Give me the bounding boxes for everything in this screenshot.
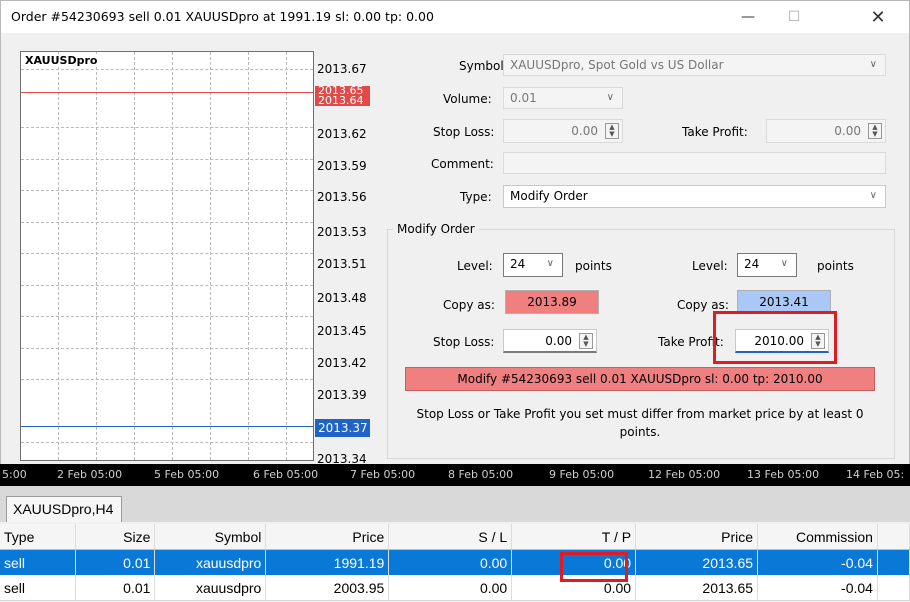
tp-copyas-label: Copy as: [677, 298, 729, 312]
tp-level-select[interactable]: 24 ∨ [737, 253, 797, 277]
column-header[interactable]: Price [635, 524, 759, 550]
sl-copyas-label: Copy as: [443, 298, 495, 312]
column-header[interactable]: T / P [511, 524, 637, 550]
price-label: 2013.39 [317, 388, 367, 402]
table-row[interactable]: sell 0.01 xauusdpro 2003.95 0.00 0.00 20… [0, 575, 910, 601]
stoploss-label: Stop Loss: [433, 125, 495, 139]
column-header[interactable]: Size [75, 524, 156, 550]
type-label: Type: [460, 190, 492, 204]
table-header: Type Size Symbol Price S / L T / P Price… [0, 524, 910, 550]
copy-sl-button[interactable]: 2013.89 [505, 290, 599, 314]
tp-points-label: points [817, 259, 854, 273]
stoploss-spinner[interactable]: ▲ ▼ [605, 123, 619, 139]
price-label: 2013.51 [317, 257, 367, 271]
price-label: 2013.53 [317, 225, 367, 239]
column-header[interactable]: Type [0, 524, 77, 550]
volume-label: Volume: [443, 92, 492, 106]
price-label: 2013.48 [317, 291, 367, 305]
table-row[interactable]: sell 0.01 xauusdpro 1991.19 0.00 0.00 20… [0, 549, 910, 575]
price-label: 2013.67 [317, 62, 367, 76]
takeprofit-label: Take Profit: [682, 125, 748, 139]
tab-xauusdpro-h4[interactable]: XAUUSDpro,H4 [6, 496, 122, 522]
sl-level-select[interactable]: 24 ∨ [503, 253, 563, 277]
ask-price-tag: 2013.37 [315, 419, 370, 437]
symbol-select[interactable]: XAUUSDpro, Spot Gold vs US Dollar ∨ [503, 54, 886, 76]
highlight-take-profit [713, 311, 837, 364]
chart-symbol-label: XAUUSDpro [23, 54, 100, 67]
price-label: 2013.59 [317, 159, 367, 173]
modify-order-title: Modify Order [393, 222, 479, 236]
modify-order-button[interactable]: Modify #54230693 sell 0.01 XAUUSDpro sl:… [405, 367, 875, 391]
chevron-down-icon: ∨ [869, 190, 877, 201]
close-icon[interactable]: ✕ [855, 1, 901, 33]
price-label: 2013.62 [317, 127, 367, 141]
order-dialog: Order #54230693 sell 0.01 XAUUSDpro at 1… [0, 0, 910, 466]
chevron-down-icon: ∨ [780, 258, 788, 269]
chevron-down-icon: ∨ [869, 59, 877, 70]
comment-label: Comment: [431, 157, 494, 171]
bid-line [21, 92, 313, 93]
chevron-down-icon: ∨ [546, 258, 554, 269]
price-label: 2013.42 [317, 356, 367, 370]
tp-level-label: Level: [692, 259, 728, 273]
stoploss-input[interactable]: 0.00 ▲ ▼ [503, 119, 623, 143]
chart-tab-bar: XAUUSDpro,H4 [0, 486, 910, 522]
bid-price-tag: 2013.65 2013.64 [315, 86, 370, 106]
column-header[interactable]: Commission [757, 524, 878, 550]
column-header[interactable]: Price [265, 524, 390, 550]
type-select[interactable]: Modify Order ∨ [503, 185, 886, 208]
column-header[interactable]: S / L [388, 524, 513, 550]
takeprofit-spinner[interactable]: ▲ ▼ [868, 123, 882, 139]
orders-table: Type Size Symbol Price S / L T / P Price… [0, 524, 910, 601]
maximize-icon[interactable]: ☐ [771, 1, 817, 33]
sl-level-label: Level: [457, 259, 493, 273]
column-header[interactable]: Symbol [154, 524, 267, 550]
ask-line [21, 426, 313, 427]
minimize-icon[interactable]: — [725, 1, 771, 33]
time-axis: 5:00 2 Feb 05:00 5 Feb 05:00 6 Feb 05:00… [0, 464, 910, 486]
column-header [877, 524, 910, 550]
highlight-tp-cell [560, 552, 628, 582]
modify-note: Stop Loss or Take Profit you set must di… [416, 407, 864, 439]
sl-points-label: points [575, 259, 612, 273]
takeprofit-input[interactable]: 0.00 ▲ ▼ [766, 119, 886, 143]
window-title: Order #54230693 sell 0.01 XAUUSDpro at 1… [11, 9, 434, 24]
modify-sl-spinner[interactable]: ▲ ▼ [579, 333, 593, 349]
chevron-down-icon: ∨ [606, 92, 614, 103]
comment-input[interactable] [503, 152, 886, 174]
symbol-label: Symbol: [459, 59, 508, 73]
modify-sl-input[interactable]: 0.00 ▲ ▼ [503, 329, 597, 353]
price-label: 2013.45 [317, 324, 367, 338]
price-label: 2013.56 [317, 190, 367, 204]
volume-select[interactable]: 0.01 ∨ [503, 87, 623, 109]
title-bar[interactable]: Order #54230693 sell 0.01 XAUUSDpro at 1… [1, 1, 909, 33]
modify-sl-label: Stop Loss: [433, 335, 495, 349]
tick-chart: XAUUSDpro [20, 51, 314, 461]
